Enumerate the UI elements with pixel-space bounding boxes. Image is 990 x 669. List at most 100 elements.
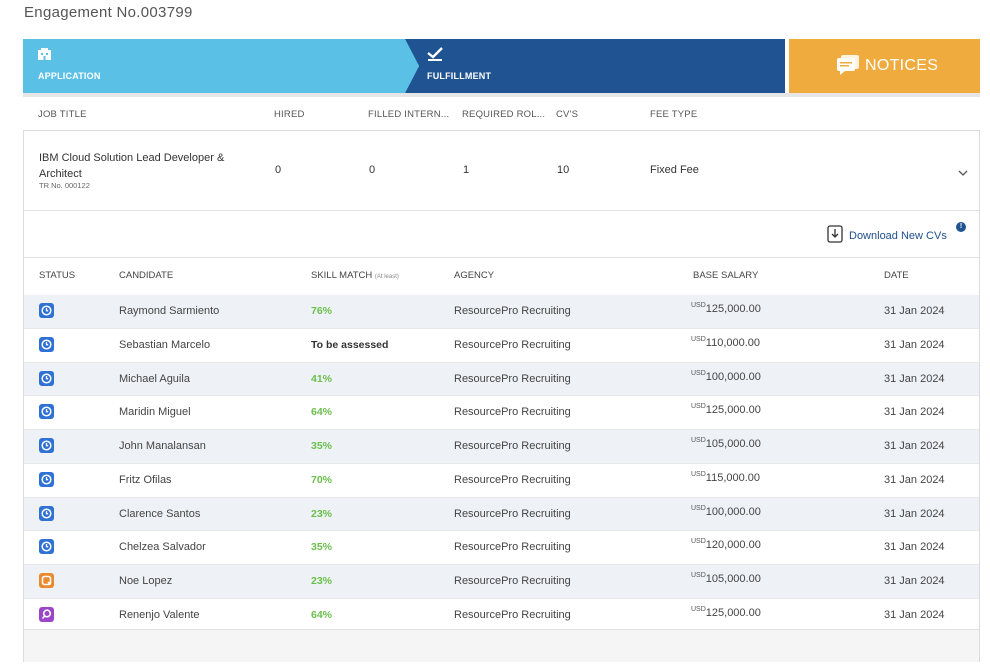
tr-number: TR No. 000122 [39,181,90,190]
base-salary: USD125,000.00 [691,605,761,619]
candidate-table-header: STATUS CANDIDATE SKILL MATCH (At least) … [24,258,979,295]
header-status: STATUS [39,270,76,281]
candidate-name[interactable]: Noe Lopez [119,575,172,587]
salary-amount: 100,000.00 [705,505,761,518]
date: 31 Jan 2024 [884,338,945,351]
job-card: IBM Cloud Solution Lead Developer & Arch… [23,130,980,662]
currency-code: USD [691,302,706,309]
currency-code: USD [691,504,706,512]
progress-steps: APPLICATION FULFILLMENT NOTICES [23,39,980,93]
download-new-cvs-button[interactable]: Download New CVs [827,225,947,246]
salary-amount: 120,000.00 [705,539,761,552]
currency-code: USD [691,369,706,377]
skill-match: 64% [311,608,333,621]
candidate-name[interactable]: Michael Aguila [119,373,190,385]
step-fulfillment[interactable]: FULFILLMENT [405,39,785,93]
agency-name: ResourcePro Recruiting [454,440,571,452]
salary-amount: 100,000.00 [705,370,761,383]
clock-icon[interactable] [39,438,54,453]
header-candidate: CANDIDATE [119,270,174,281]
job-row[interactable]: IBM Cloud Solution Lead Developer & Arch… [24,131,979,211]
currency-code: USD [691,470,706,478]
salary-amount: 105,000.00 [705,438,761,450]
chevron-down-icon[interactable] [958,164,968,182]
skill-match: 23% [311,507,333,520]
clock-icon[interactable] [39,404,54,420]
clock-icon[interactable] [39,303,54,318]
filled-internally-count: 0 [369,164,376,176]
table-row[interactable]: Maridin Miguel 64% ResourcePro Recruitin… [24,396,979,430]
clock-icon[interactable] [39,370,54,386]
skill-match: To be assessed [311,338,389,351]
clock-icon[interactable] [39,471,54,487]
checkmark-icon [427,47,443,66]
date: 31 Jan 2024 [884,541,945,554]
job-table-header: JOB TITLE HIRED FILLED INTERN... REQUIRE… [23,97,980,130]
header-filled-internally: FILLED INTERN... [368,109,450,120]
agency-name: ResourcePro Recruiting [454,406,571,419]
step-application[interactable]: APPLICATION [23,39,418,93]
candidate-name[interactable]: Maridin Miguel [119,406,191,418]
table-row[interactable]: Renenjo Valente 64% ResourcePro Recruiti… [24,598,979,633]
table-row[interactable]: Fritz Ofilas 70% ResourcePro Recruiting … [24,463,979,498]
skill-match: 70% [311,473,333,486]
table-row[interactable]: John Manalansan 35% ResourcePro Recruiti… [24,430,979,464]
cvs-count: 10 [557,164,570,176]
header-cvs: CV'S [556,109,579,120]
download-label: Download New CVs [849,229,947,242]
salary-amount: 110,000.00 [705,336,761,349]
step-fulfillment-label: FULFILLMENT [427,71,492,81]
date: 31 Jan 2024 [884,440,945,452]
header-agency: AGENCY [454,270,495,281]
engagement-title: Engagement No.003799 [24,4,193,21]
clock-icon[interactable] [39,336,54,352]
base-salary: USD100,000.00 [691,504,761,518]
salary-amount: 125,000.00 [705,606,761,619]
header-date: DATE [884,270,909,281]
review-icon[interactable] [39,573,54,588]
table-row[interactable]: Sebastian Marcelo To be assessed Resourc… [24,328,979,363]
candidate-list: Raymond Sarmiento 76% ResourcePro Recrui… [24,295,979,633]
header-job-title: JOB TITLE [38,109,87,120]
candidate-name[interactable]: Clarence Santos [119,508,200,520]
notices-button[interactable]: NOTICES [789,39,980,93]
header-skill-match-note: (At least) [374,274,399,280]
clock-icon[interactable] [39,539,54,555]
base-salary: USD125,000.00 [691,403,761,417]
table-footer [24,629,979,662]
notices-label: NOTICES [865,57,939,74]
date: 31 Jan 2024 [884,305,945,317]
salary-amount: 125,000.00 [705,303,761,315]
candidate-name[interactable]: Renenjo Valente [119,609,200,621]
candidate-name[interactable]: Fritz Ofilas [119,474,172,486]
agency-name: ResourcePro Recruiting [454,372,571,385]
date: 31 Jan 2024 [884,608,945,621]
candidate-name[interactable]: Raymond Sarmiento [119,305,219,317]
date: 31 Jan 2024 [884,575,945,587]
candidate-name[interactable]: Sebastian Marcelo [119,339,210,351]
table-row[interactable]: Chelzea Salvador 35% ResourcePro Recruit… [24,531,979,565]
header-required-roles: REQUIRED ROL... [462,109,546,120]
currency-code: USD [691,572,706,579]
date: 31 Jan 2024 [884,507,945,520]
currency-code: USD [691,538,706,546]
table-row[interactable]: Raymond Sarmiento 76% ResourcePro Recrui… [24,295,979,329]
base-salary: USD125,000.00 [691,302,761,315]
table-row[interactable]: Michael Aguila 41% ResourcePro Recruitin… [24,362,979,397]
date: 31 Jan 2024 [884,473,945,486]
salary-amount: 125,000.00 [705,404,761,417]
currency-code: USD [691,605,706,613]
search-icon[interactable] [39,606,54,622]
table-row[interactable]: Clarence Santos 23% ResourcePro Recruiti… [24,497,979,532]
salary-amount: 115,000.00 [705,471,761,484]
agency-name: ResourcePro Recruiting [454,473,571,486]
skill-match: 76% [311,305,333,317]
base-salary: USD100,000.00 [691,369,761,383]
candidate-name[interactable]: Chelzea Salvador [119,541,206,553]
header-hired: HIRED [274,109,305,120]
candidate-name[interactable]: John Manalansan [119,440,206,452]
table-row[interactable]: Noe Lopez 23% ResourcePro Recruiting USD… [24,565,979,599]
agency-name: ResourcePro Recruiting [454,575,571,587]
clock-icon[interactable] [39,505,54,521]
header-skill-match: SKILL MATCH (At least) [311,270,399,281]
